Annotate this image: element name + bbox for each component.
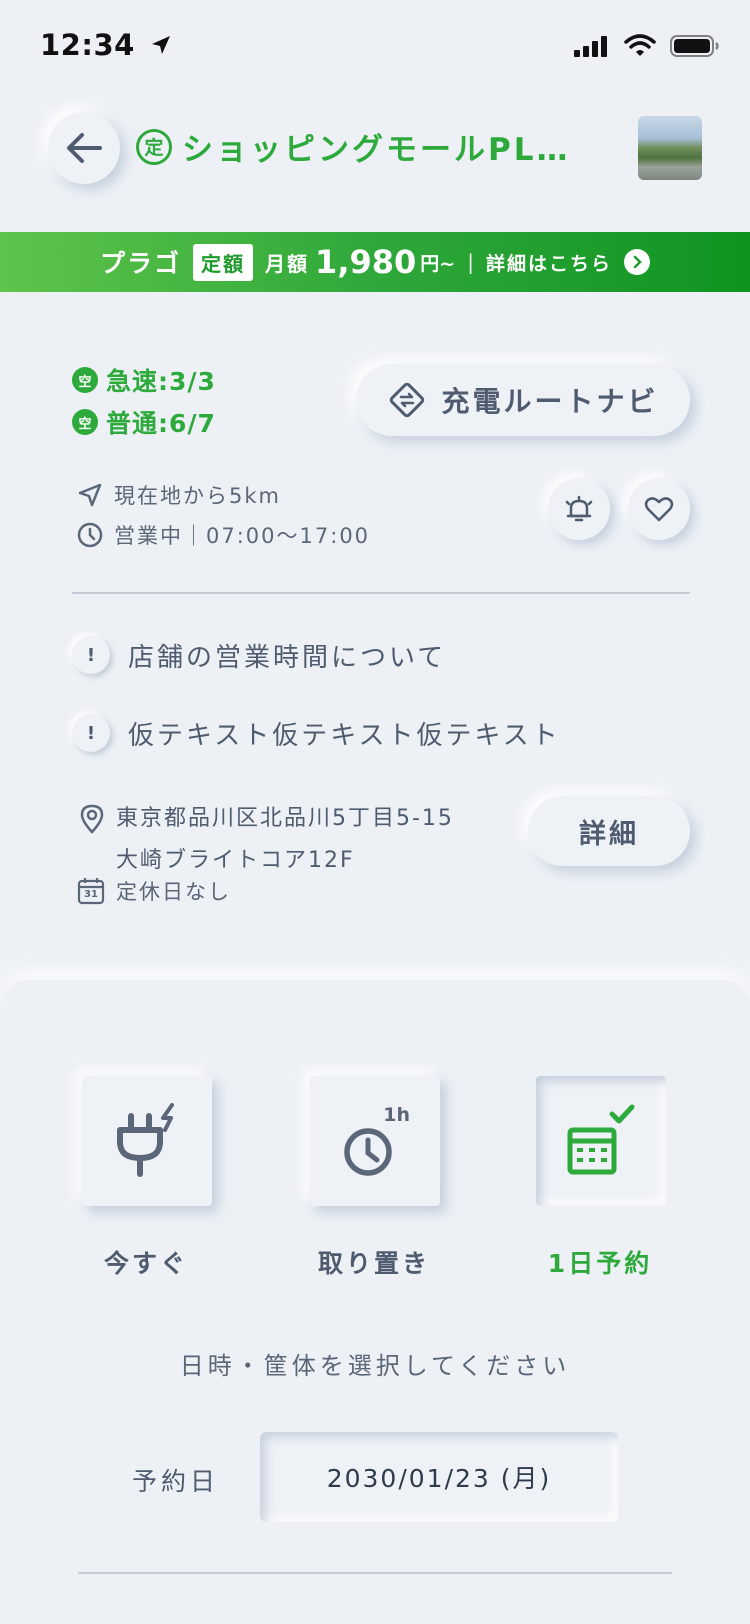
address-line-1: 東京都品川区北品川5丁目5-15 (116, 806, 454, 831)
charge-route-navi-button[interactable]: 充電ルートナビ (356, 364, 690, 436)
mode-day-reserve-label[interactable]: 1日予約 (500, 1244, 700, 1280)
closed-days-text: 定休日なし (116, 880, 231, 904)
selection-prompt: 日時・筐体を選択してください (179, 1352, 571, 1380)
reservation-date-field[interactable]: 2030/01/23 (月) (260, 1432, 618, 1522)
plan-type-chip: 定額 (193, 243, 254, 281)
location-arrow-icon (152, 36, 171, 54)
timer-badge: 1h (383, 1104, 410, 1126)
section-divider (72, 592, 690, 594)
arrow-left-icon (67, 133, 102, 163)
notice-item[interactable]: ! 仮テキスト仮テキスト仮テキスト (72, 714, 561, 752)
mode-hold-card[interactable]: 1h (310, 1076, 440, 1206)
favorite-button[interactable] (628, 478, 690, 540)
status-icons (574, 34, 720, 58)
status-time: 12:34 (40, 28, 173, 62)
navigation-arrow-icon (78, 483, 102, 507)
exclamation-icon: ! (72, 636, 110, 674)
cellular-signal-icon (574, 36, 607, 57)
normal-availability: 空 普通:6/7 (72, 404, 216, 440)
mode-day-reserve-card[interactable] (536, 1076, 666, 1206)
distance-text: 現在地から5km (114, 484, 281, 508)
plan-price: 1,980 (315, 243, 417, 281)
notification-button[interactable] (548, 478, 610, 540)
timer-1h-icon: 1h (340, 1102, 410, 1180)
rapid-count: 急速:3/3 (106, 367, 216, 396)
closed-days-row: 31 定休日なし (76, 876, 231, 906)
alarm-bell-icon (565, 495, 593, 522)
back-button[interactable] (48, 112, 120, 184)
notice-item[interactable]: ! 店舗の営業時間について (72, 636, 446, 674)
vacancy-badge: 空 (72, 409, 98, 435)
hours-row: 営業中｜07:00～17:00 (76, 520, 370, 550)
fixed-price-badge: 定 (136, 128, 172, 165)
clock-icon (77, 522, 103, 548)
distance-row: 現在地から5km (76, 480, 281, 510)
reservation-date-label: 予約日 (132, 1467, 220, 1496)
bottom-divider (78, 1572, 672, 1574)
detail-button[interactable]: 詳細 (528, 796, 690, 866)
address-block: 東京都品川区北品川5丁目5-15 大崎ブライトコア12F (78, 798, 454, 882)
plan-detail-link[interactable]: 詳細はこちら (486, 249, 612, 276)
store-name: ショッピングモールPL… (182, 132, 571, 168)
rapid-availability: 空 急速:3/3 (72, 362, 216, 398)
normal-count: 普通:6/7 (106, 409, 216, 438)
status-time-text: 12:34 (40, 28, 135, 62)
mode-hold-label[interactable]: 取り置き (274, 1244, 474, 1280)
plug-icon (117, 1103, 174, 1177)
heart-icon (644, 497, 674, 522)
store-title-row: 定 ショッピングモールPL… (136, 124, 592, 169)
mode-now-card[interactable] (82, 1076, 212, 1206)
calendar-day-number: 31 (84, 889, 98, 900)
calendar-check-icon (567, 1104, 635, 1175)
plan-name: プラゴ (100, 249, 182, 278)
chevron-right-icon (623, 249, 650, 275)
plan-banner[interactable]: プラゴ 定額 月額 1,980 円~ | 詳細はこちら (0, 232, 750, 292)
banner-separator: | (467, 250, 474, 274)
store-photo-thumbnail[interactable] (638, 116, 702, 180)
battery-icon (670, 35, 719, 57)
charge-route-navi-label: 充電ルートナビ (441, 385, 659, 418)
route-diamond-icon (390, 382, 425, 418)
business-hours-text: 営業中｜07:00～17:00 (114, 524, 371, 548)
exclamation-icon: ! (72, 714, 110, 752)
price-unit: 円~ (420, 252, 456, 275)
price-label: 月額 (265, 251, 310, 276)
map-pin-icon (80, 804, 104, 834)
wifi-icon (624, 34, 656, 56)
calendar-icon: 31 (76, 876, 106, 906)
mode-now-label[interactable]: 今すぐ (46, 1244, 246, 1280)
vacancy-badge: 空 (72, 367, 98, 393)
notice-text: 店舗の営業時間について (128, 642, 447, 673)
notice-text: 仮テキスト仮テキスト仮テキスト (128, 720, 561, 751)
